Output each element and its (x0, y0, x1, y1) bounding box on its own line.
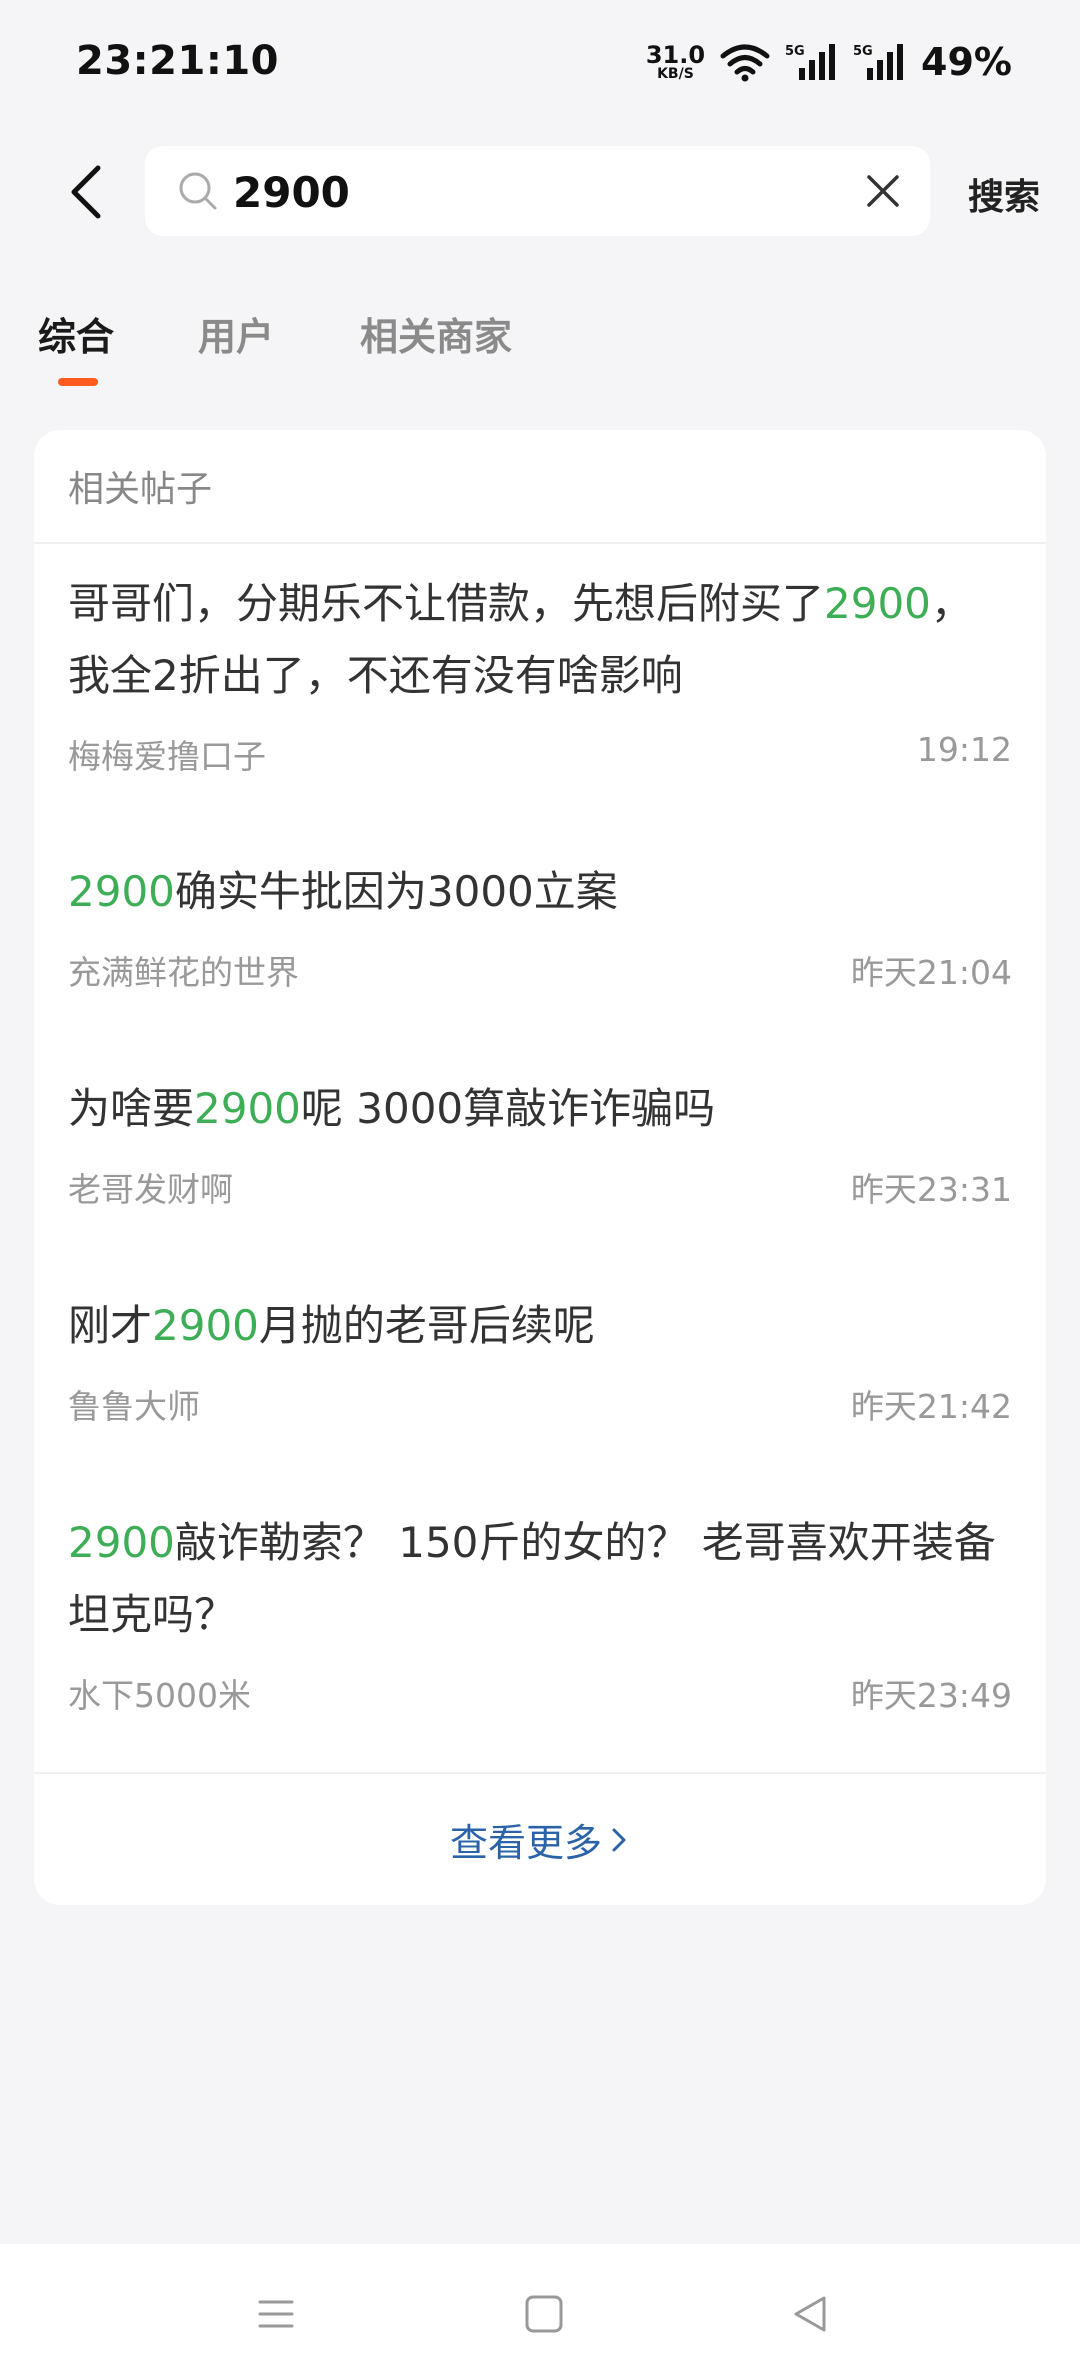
status-time: 23:21:10 (76, 38, 279, 84)
post-title: 为啥要2900呢 3000算敲诈诈骗吗 (68, 1073, 1012, 1145)
post-title-text: 敲诈勒索？ 150斤的女的？ 老哥喜欢开装备坦克吗？ (68, 1518, 996, 1639)
post-meta: 充满鲜花的世界 昨天21:04 (68, 942, 1012, 992)
home-icon[interactable] (514, 2284, 574, 2344)
tab-users[interactable]: 用户 (198, 306, 274, 361)
post-time: 昨天21:42 (850, 1387, 1012, 1426)
post-item[interactable]: 刚才2900月抛的老哥后续呢 鲁鲁大师 昨天21:42 (68, 1290, 1012, 1426)
post-title-text: 刚才 (68, 1301, 153, 1350)
post-item[interactable]: 哥哥们，分期乐不让借款，先想后附买了2900，我全2折出了，不还有没有啥影响 梅… (68, 568, 1012, 776)
tab-merchants[interactable]: 相关商家 (360, 306, 512, 361)
network-speed-unit: KB/S (657, 66, 694, 82)
post-title-highlight: 2900 (152, 1301, 259, 1350)
back-button[interactable] (62, 162, 112, 222)
active-tab-indicator (58, 378, 98, 386)
post-title-highlight: 2900 (824, 579, 931, 628)
post-title: 刚才2900月抛的老哥后续呢 (68, 1290, 1012, 1362)
signal-5g-icon: 5G (785, 44, 836, 80)
network-speed-value: 31.0 (645, 41, 706, 69)
post-title-highlight: 2900 (68, 867, 175, 916)
post-title-highlight: 2900 (68, 1518, 175, 1567)
post-title-text: 月抛的老哥后续呢 (258, 1301, 595, 1350)
status-icons: 31.0 KB/S 5G 5G 49% (646, 40, 1012, 84)
post-item[interactable]: 2900敲诈勒索？ 150斤的女的？ 老哥喜欢开装备坦克吗？ 水下5000米 昨… (68, 1507, 1012, 1715)
related-posts-card: 相关帖子 哥哥们，分期乐不让借款，先想后附买了2900，我全2折出了，不还有没有… (34, 430, 1046, 1905)
view-more-button[interactable]: 查看更多 (34, 1774, 1046, 1905)
wifi-icon (720, 44, 770, 82)
post-author: 水下5000米 (68, 1676, 251, 1715)
post-time: 昨天23:49 (850, 1676, 1012, 1715)
back-arrow-icon (71, 165, 101, 219)
search-input[interactable] (231, 156, 815, 228)
network-speed: 31.0 KB/S (646, 43, 705, 81)
post-title: 哥哥们，分期乐不让借款，先想后附买了2900，我全2折出了，不还有没有啥影响 (68, 568, 1012, 712)
post-title-text: 为啥要 (68, 1084, 195, 1133)
post-meta: 水下5000米 昨天23:49 (68, 1665, 1012, 1715)
post-time: 19:12 (916, 730, 1012, 769)
post-title-text: 确实牛批因为3000立案 (174, 867, 618, 916)
section-title: 相关帖子 (68, 469, 213, 510)
post-title-text: 呢 3000算敲诈诈骗吗 (300, 1084, 716, 1133)
back-triangle-icon[interactable] (780, 2284, 840, 2344)
post-item[interactable]: 2900确实牛批因为3000立案 充满鲜花的世界 昨天21:04 (68, 856, 1012, 992)
clear-icon[interactable] (860, 168, 906, 214)
divider (34, 542, 1046, 544)
post-title-text: 哥哥们，分期乐不让借款，先想后附买了 (68, 579, 825, 628)
post-title: 2900确实牛批因为3000立案 (68, 856, 1012, 928)
view-more-label: 查看更多 (449, 1821, 602, 1865)
signal-5g-icon: 5G (853, 44, 904, 80)
search-header: 搜索 (0, 146, 1080, 238)
post-author: 梅梅爱撸口子 (68, 737, 266, 776)
status-bar: 23:21:10 31.0 KB/S 5G 5G 49% (0, 0, 1080, 130)
battery-percent: 49% (921, 40, 1012, 84)
post-time: 昨天23:31 (850, 1170, 1012, 1209)
search-button[interactable]: 搜索 (968, 168, 1040, 220)
system-nav-bar (0, 2244, 1080, 2376)
chevron-right-icon (612, 1828, 626, 1851)
post-title: 2900敲诈勒索？ 150斤的女的？ 老哥喜欢开装备坦克吗？ (68, 1507, 1012, 1651)
menu-icon[interactable] (246, 2284, 306, 2344)
post-author: 鲁鲁大师 (68, 1387, 200, 1426)
svg-text:5G: 5G (785, 44, 805, 59)
post-author: 老哥发财啊 (68, 1170, 233, 1209)
svg-text:5G: 5G (853, 44, 873, 59)
post-meta: 老哥发财啊 昨天23:31 (68, 1159, 1012, 1209)
post-meta: 鲁鲁大师 昨天21:42 (68, 1376, 1012, 1426)
search-box (145, 146, 930, 236)
post-item[interactable]: 为啥要2900呢 3000算敲诈诈骗吗 老哥发财啊 昨天23:31 (68, 1073, 1012, 1209)
post-author: 充满鲜花的世界 (68, 953, 299, 992)
search-icon (179, 172, 217, 210)
post-title-highlight: 2900 (194, 1084, 301, 1133)
tab-bar: 综合 用户 相关商家 (0, 300, 1080, 400)
tab-general[interactable]: 综合 (38, 306, 114, 361)
post-time: 昨天21:04 (850, 953, 1012, 992)
post-meta: 梅梅爱撸口子 19:12 (68, 726, 1012, 776)
